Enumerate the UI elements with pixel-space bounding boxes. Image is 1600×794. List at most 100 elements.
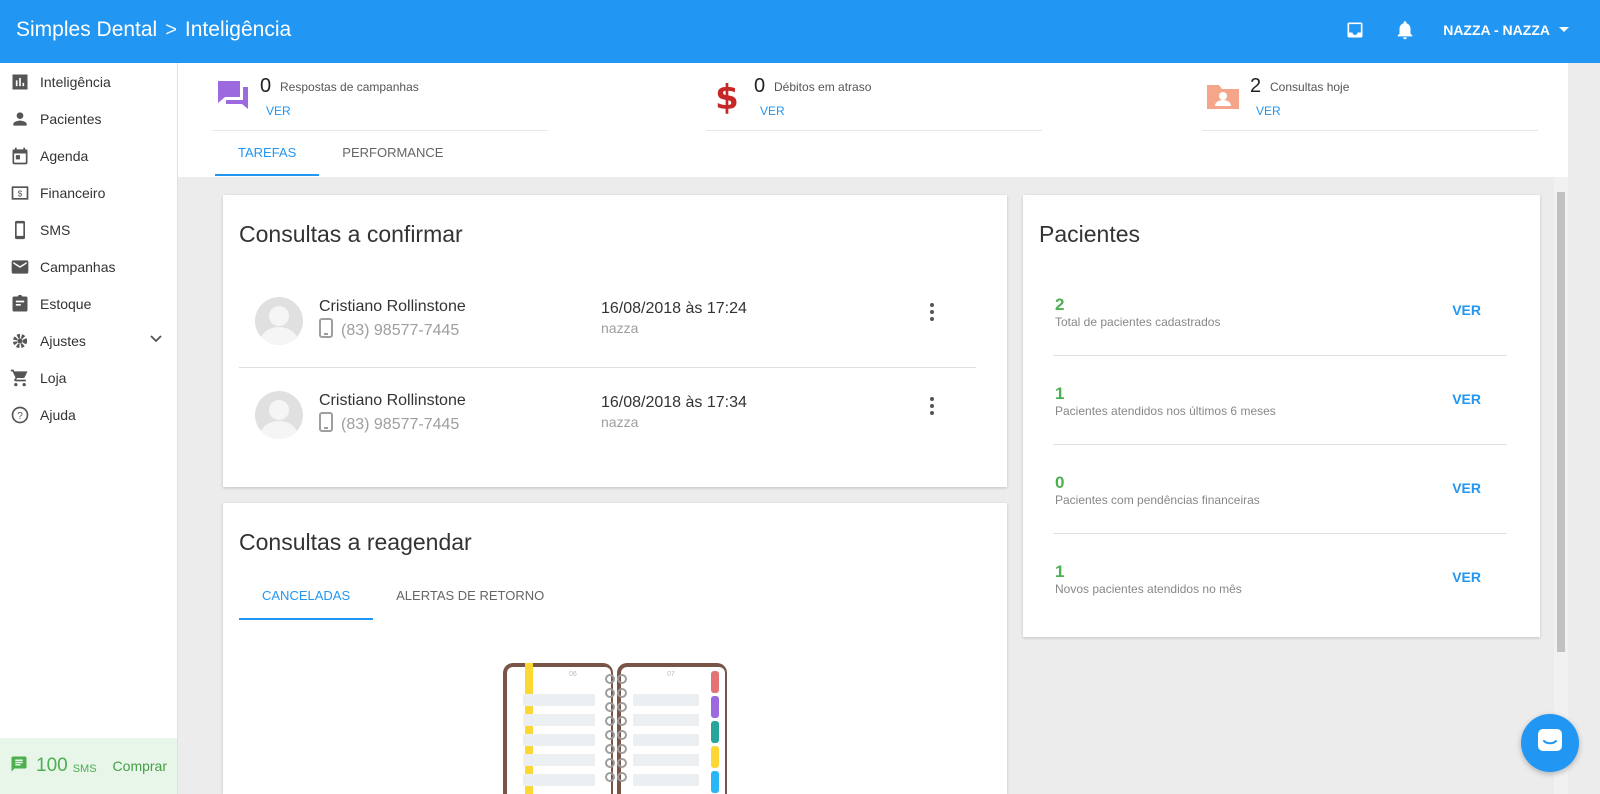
card-title: Pacientes bbox=[1039, 221, 1141, 247]
stat-value: 0 bbox=[754, 75, 766, 97]
page-number-left: 06 bbox=[569, 671, 577, 678]
appointment-date: 16/08/2018 às 17:34 bbox=[601, 394, 747, 411]
sidebar-item-agenda[interactable]: Agenda bbox=[0, 137, 177, 174]
patient-stat-row: 0 Pacientes com pendências financeiras V… bbox=[1053, 473, 1499, 560]
sidebar-item-loja[interactable]: Loja bbox=[0, 359, 177, 396]
row-divider bbox=[1053, 533, 1507, 534]
page-number-right: 07 bbox=[667, 671, 675, 678]
stat-link[interactable]: VER bbox=[266, 104, 291, 118]
patient-stat-label: Pacientes atendidos nos últimos 6 meses bbox=[1055, 404, 1276, 418]
gear-icon bbox=[9, 330, 31, 352]
row-divider bbox=[239, 367, 976, 368]
phone-icon bbox=[319, 412, 333, 437]
svg-text:$: $ bbox=[18, 188, 23, 198]
chat-icon bbox=[1535, 726, 1565, 761]
card-title: Consultas a confirmar bbox=[239, 221, 463, 247]
patients-card: Pacientes 2 Total de pacientes cadastrad… bbox=[1023, 195, 1540, 637]
patient-phone: (83) 98577-7445 bbox=[319, 318, 459, 343]
sidebar-item-financeiro[interactable]: $ Financeiro bbox=[0, 174, 177, 211]
patient-folder-icon bbox=[1204, 77, 1242, 115]
more-vert-icon[interactable] bbox=[929, 302, 935, 327]
sms-unit: SMS bbox=[72, 763, 97, 775]
calendar-icon bbox=[9, 145, 31, 167]
phone-number: (83) 98577-7445 bbox=[341, 415, 460, 433]
appointment-row: Cristiano Rollinstone (83) 98577-7445 16… bbox=[239, 275, 976, 367]
card-title: Consultas a reagendar bbox=[239, 529, 472, 555]
patient-stat-row: 1 Novos pacientes atendidos no mês VER bbox=[1053, 562, 1499, 649]
avatar bbox=[255, 297, 303, 345]
chevron-down-icon[interactable] bbox=[149, 332, 163, 349]
confirm-appointments-card: Consultas a confirmar Cristiano Rollinst… bbox=[223, 195, 1007, 487]
caret-down-icon bbox=[1558, 22, 1570, 38]
stat-value: 2 bbox=[1250, 75, 1262, 97]
person-icon bbox=[9, 108, 31, 130]
svg-text:?: ? bbox=[17, 410, 23, 421]
row-divider bbox=[1053, 355, 1507, 356]
breadcrumb-separator: > bbox=[165, 18, 177, 41]
stat-link[interactable]: VER bbox=[760, 104, 785, 118]
scrollbar-thumb[interactable] bbox=[1557, 192, 1565, 652]
sidebar-item-ajuda[interactable]: ? Ajuda bbox=[0, 396, 177, 433]
phone-number: (83) 98577-7445 bbox=[341, 321, 460, 339]
sidebar-item-label: Agenda bbox=[40, 147, 89, 164]
stat-label: Respostas de campanhas bbox=[280, 80, 419, 94]
sidebar-item-inteligencia[interactable]: Inteligência bbox=[0, 63, 177, 100]
svg-text:$: $ bbox=[715, 78, 739, 115]
top-bar: Simples Dental > Inteligência NAZZA - NA… bbox=[0, 0, 1600, 63]
sms-chat-icon bbox=[10, 755, 28, 778]
sidebar-item-label: Pacientes bbox=[40, 110, 102, 127]
patient-stat-row: 1 Pacientes atendidos nos últimos 6 mese… bbox=[1053, 384, 1499, 471]
scrollbar[interactable] bbox=[1554, 177, 1568, 794]
stat-link[interactable]: VER bbox=[1256, 104, 1281, 118]
appointment-user: nazza bbox=[601, 320, 639, 336]
patient-phone: (83) 98577-7445 bbox=[319, 412, 459, 437]
sidebar-item-label: Ajuda bbox=[40, 406, 76, 423]
patient-stat-label: Pacientes com pendências financeiras bbox=[1055, 493, 1260, 507]
patient-stat-link[interactable]: VER bbox=[1452, 569, 1481, 585]
sidebar-item-label: SMS bbox=[40, 221, 71, 238]
stat-value: 0 bbox=[260, 75, 272, 97]
money-icon: $ bbox=[9, 182, 31, 204]
page-title: Inteligência bbox=[184, 18, 292, 41]
sidebar-item-label: Loja bbox=[40, 369, 67, 386]
stat-label: Débitos em atraso bbox=[774, 80, 872, 94]
chat-button[interactable] bbox=[1521, 714, 1579, 772]
tab-alertas-de-retorno[interactable]: ALERTAS DE RETORNO bbox=[373, 575, 567, 620]
bell-icon[interactable] bbox=[1393, 18, 1417, 42]
patient-stat-label: Novos pacientes atendidos no mês bbox=[1055, 582, 1242, 596]
buy-sms-link[interactable]: Comprar bbox=[113, 758, 167, 774]
clipboard-icon bbox=[9, 293, 31, 315]
sms-balance: 100 SMS Comprar bbox=[0, 738, 177, 794]
patient-stat-link[interactable]: VER bbox=[1452, 302, 1481, 318]
sidebar-item-ajustes[interactable]: Ajustes bbox=[0, 322, 177, 359]
phone-icon bbox=[9, 219, 31, 241]
bar-chart-icon bbox=[9, 71, 31, 93]
user-menu[interactable]: NAZZA - NAZZA bbox=[1443, 22, 1570, 38]
sidebar-item-pacientes[interactable]: Pacientes bbox=[0, 100, 177, 137]
inbox-icon[interactable] bbox=[1343, 18, 1367, 42]
brand-name[interactable]: Simples Dental bbox=[16, 18, 157, 42]
patient-stat-value: 1 bbox=[1055, 384, 1065, 403]
sidebar-item-sms[interactable]: SMS bbox=[0, 211, 177, 248]
tab-canceladas[interactable]: CANCELADAS bbox=[239, 575, 374, 620]
tab-performance[interactable]: PERFORMANCE bbox=[319, 133, 466, 176]
patient-stat-row: 2 Total de pacientes cadastrados VER bbox=[1053, 295, 1499, 382]
patient-stat-link[interactable]: VER bbox=[1452, 480, 1481, 496]
row-divider bbox=[1053, 444, 1507, 445]
reschedule-appointments-card: Consultas a reagendar CANCELADAS ALERTAS… bbox=[223, 503, 1007, 794]
patient-name[interactable]: Cristiano Rollinstone bbox=[319, 298, 466, 316]
patient-name[interactable]: Cristiano Rollinstone bbox=[319, 392, 466, 410]
sidebar-item-estoque[interactable]: Estoque bbox=[0, 285, 177, 322]
tab-tarefas[interactable]: TAREFAS bbox=[215, 133, 320, 176]
agenda-illustration: 06 07 bbox=[501, 661, 731, 794]
dollar-icon: $ bbox=[708, 77, 746, 118]
more-vert-icon[interactable] bbox=[929, 396, 935, 421]
stat-overdue-debts: $ 0 Débitos em atraso VER bbox=[706, 73, 1042, 131]
mail-icon bbox=[9, 256, 31, 278]
cart-icon bbox=[9, 367, 31, 389]
sidebar-item-label: Ajustes bbox=[40, 332, 86, 349]
sms-count: 100 bbox=[36, 755, 68, 776]
main-tabs: TAREFAS PERFORMANCE bbox=[215, 133, 466, 176]
sidebar-item-campanhas[interactable]: Campanhas bbox=[0, 248, 177, 285]
patient-stat-link[interactable]: VER bbox=[1452, 391, 1481, 407]
